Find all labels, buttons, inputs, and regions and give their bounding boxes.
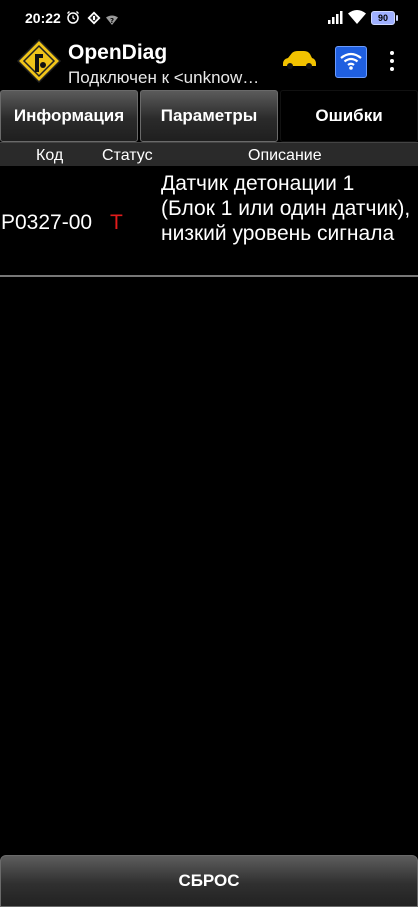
column-header-code: Код [36,147,64,164]
status-bar: 20:22 ? 90 [0,0,418,36]
app-logo-icon [16,38,62,89]
error-status: T [110,211,123,234]
app-title: OpenDiag [68,41,168,64]
app-notification-icon [87,11,101,30]
table-header: Код Статус Описание [0,142,418,166]
column-header-description: Описание [248,147,322,164]
error-code: P0327-00 [1,211,93,234]
column-header-status: Статус [102,147,153,164]
battery-icon: 90 [371,11,398,25]
app-bar: OpenDiag Подключен к <unknow… [0,36,418,90]
more-vertical-icon[interactable] [386,51,398,73]
error-row[interactable]: P0327-00 T Датчик детонации 1 (Блок 1 ил… [0,165,418,277]
wifi-connection-icon[interactable] [335,46,367,78]
cellular-signal-icon [328,10,344,29]
car-icon[interactable] [281,50,317,75]
tab-bar: Информация Параметры Ошибки [0,90,418,142]
error-description: Датчик детонации 1 (Блок 1 или один датч… [161,172,411,245]
tab-errors[interactable]: Ошибки [280,90,418,142]
alarm-icon [66,10,80,29]
svg-text:?: ? [110,17,114,25]
reset-button[interactable]: СБРОС [0,855,418,907]
status-time: 20:22 [25,10,61,26]
connection-status: Подключен к <unknow… [68,68,260,87]
wifi-question-icon: ? [106,12,118,30]
tab-information[interactable]: Информация [0,90,138,142]
tab-parameters[interactable]: Параметры [140,90,278,142]
wifi-icon [348,9,366,29]
